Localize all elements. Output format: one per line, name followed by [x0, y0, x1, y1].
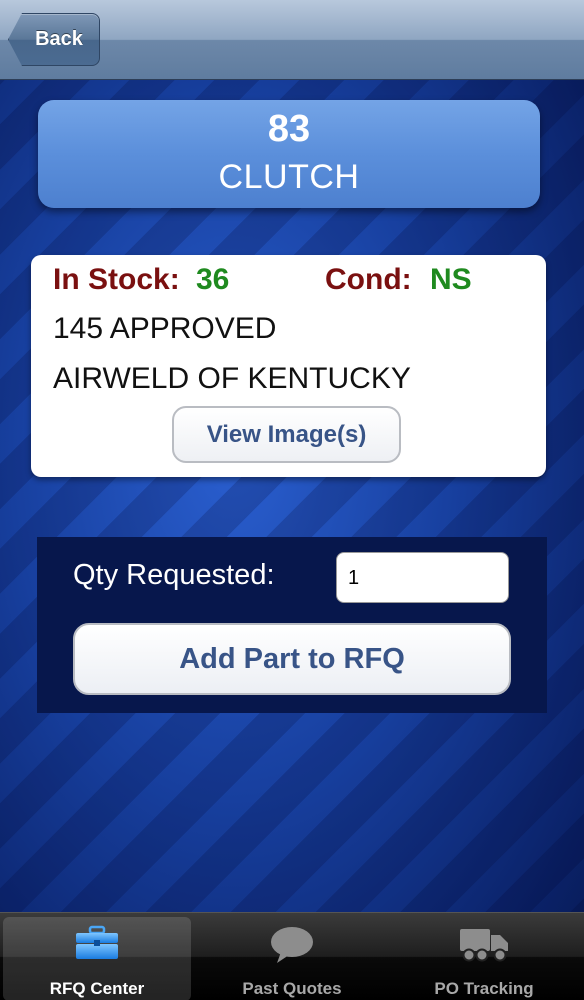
- truck-icon: [458, 925, 510, 968]
- tab-label: Past Quotes: [242, 979, 342, 998]
- qty-input[interactable]: 1: [336, 552, 509, 603]
- condition-label: Cond:: [325, 263, 412, 296]
- condition-value: NS: [430, 263, 472, 296]
- tab-label: PO Tracking: [434, 979, 534, 998]
- part-title-card: 83 CLUTCH: [38, 100, 540, 208]
- part-info-card: In Stock: 36 Cond: NS 145 APPROVED AIRWE…: [31, 255, 546, 477]
- view-images-button[interactable]: View Image(s): [172, 406, 401, 463]
- stock-value: 36: [196, 263, 230, 296]
- tab-past-quotes[interactable]: Past Quotes: [198, 917, 386, 1000]
- toolbox-icon: [74, 925, 120, 966]
- part-number: 83: [267, 108, 311, 150]
- tab-po-tracking[interactable]: PO Tracking: [390, 917, 578, 1000]
- qty-requested-label: Qty Requested:: [73, 559, 275, 591]
- part-detail-line-1: 145 APPROVED: [53, 312, 277, 345]
- tab-label: RFQ Center: [49, 979, 145, 998]
- tab-rfq-center[interactable]: RFQ Center: [3, 917, 191, 1000]
- part-name: CLUTCH: [218, 158, 360, 196]
- tab-bar: RFQ Center Past Quotes PO Tracking: [0, 912, 584, 1000]
- back-button[interactable]: Back: [8, 13, 100, 66]
- add-part-to-rfq-button[interactable]: Add Part to RFQ: [73, 623, 511, 695]
- speech-bubble-icon: [269, 925, 315, 970]
- stock-label: In Stock:: [53, 263, 180, 296]
- quantity-panel: Qty Requested: 1 Add Part to RFQ: [37, 537, 547, 713]
- navigation-bar: Back: [0, 0, 584, 80]
- part-detail-line-2: AIRWELD OF KENTUCKY: [53, 362, 411, 395]
